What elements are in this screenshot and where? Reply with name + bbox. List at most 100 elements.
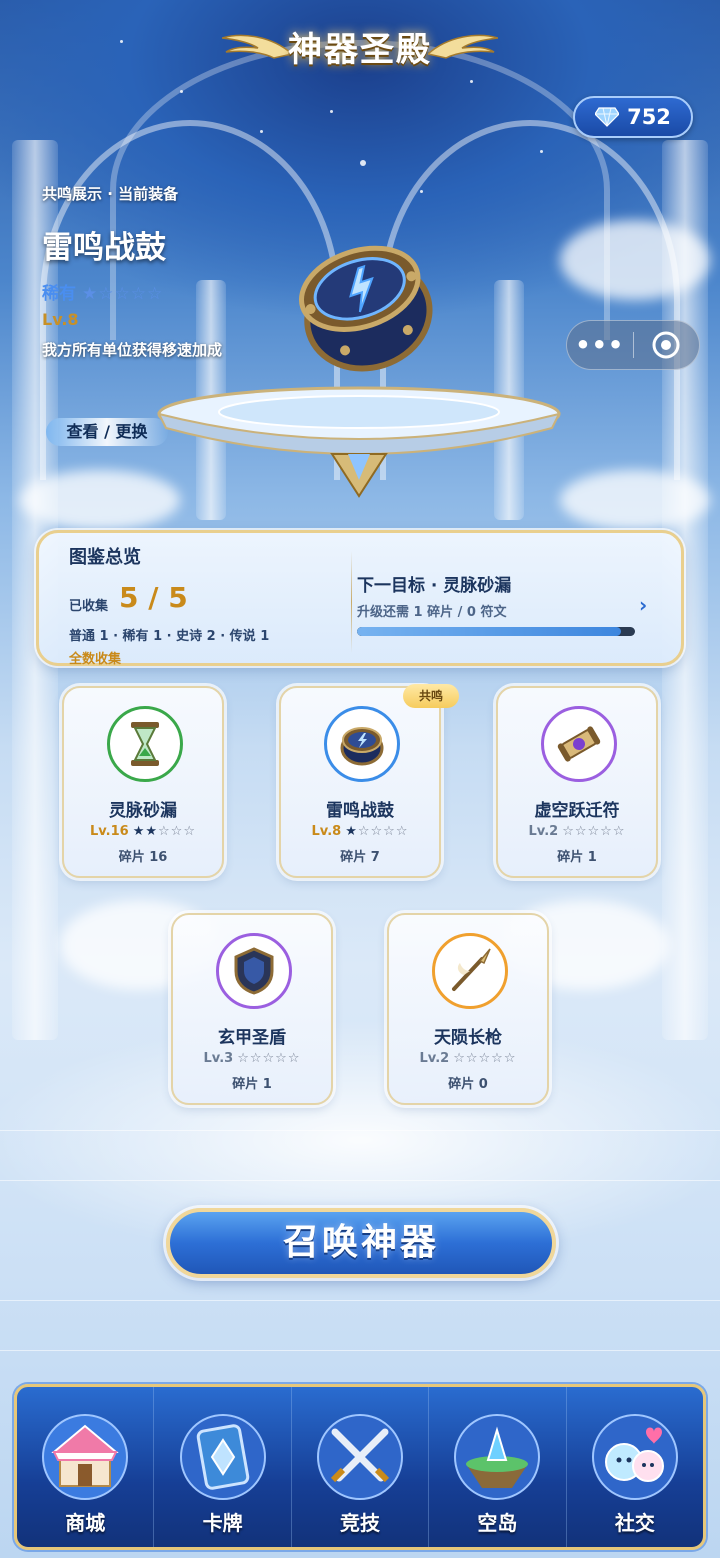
artifact-fragments: 碎片 7 bbox=[340, 850, 380, 865]
artifact-level-text: Lv.2 bbox=[419, 1051, 450, 1066]
artifact-card-shield[interactable]: 玄甲圣盾 Lv.3 ☆☆☆☆☆ 碎片 1 bbox=[171, 913, 333, 1105]
upgrade-progress-bar bbox=[357, 627, 635, 636]
nav-label: 卡牌 bbox=[202, 1511, 243, 1535]
resonance-badge: 共鸣 bbox=[403, 684, 459, 708]
floor-line bbox=[0, 1130, 720, 1131]
featured-stars: ★☆☆☆☆ bbox=[82, 284, 164, 304]
artifact-fragments: 碎片 1 bbox=[557, 850, 597, 865]
artifact-stars: ☆☆☆☆☆ bbox=[453, 1051, 516, 1066]
artifact-name: 虚空跃迁符 bbox=[534, 801, 620, 821]
artifact-level-text: Lv.16 bbox=[89, 824, 129, 839]
gem-count: 752 bbox=[627, 105, 671, 129]
nav-label: 社交 bbox=[614, 1511, 655, 1535]
artifact-level: Lv.2 ☆☆☆☆☆ bbox=[389, 1051, 547, 1066]
view-change-button[interactable]: 查看 / 更换 bbox=[46, 418, 168, 446]
page-title-container: 神器圣殿 bbox=[0, 22, 720, 71]
close-mini-program-button[interactable] bbox=[634, 330, 700, 360]
nav-label: 竞技 bbox=[340, 1511, 381, 1535]
bottom-nav: 商城 卡牌 竞技 空岛 社交 bbox=[14, 1384, 706, 1550]
artifact-card-scroll[interactable]: 虚空跃迁符 Lv.2 ☆☆☆☆☆ 碎片 1 bbox=[496, 686, 658, 878]
featured-label: 共鸣展示 · 当前装备 bbox=[42, 185, 179, 203]
featured-rarity: 稀有 ★☆☆☆☆ bbox=[42, 279, 222, 304]
featured-artifact-info: 共鸣展示 · 当前装备 雷鸣战鼓 稀有 ★☆☆☆☆ Lv.8 我方所有单位获得移速… bbox=[42, 182, 222, 361]
artifact-stars: ☆☆☆☆☆ bbox=[237, 1051, 300, 1066]
drum-icon bbox=[340, 727, 384, 766]
summon-artifact-button[interactable]: 召唤神器 bbox=[166, 1208, 556, 1278]
stars-filled: ★ bbox=[345, 824, 358, 839]
artifact-level: Lv.2 ☆☆☆☆☆ bbox=[498, 824, 656, 839]
artifact-icon-ring bbox=[107, 706, 183, 782]
thunder-drum-icon bbox=[298, 245, 433, 372]
star bbox=[470, 80, 473, 83]
featured-description: 我方所有单位获得移速加成 bbox=[42, 341, 223, 359]
artifact-card-spear[interactable]: 天陨长枪 Lv.2 ☆☆☆☆☆ 碎片 0 bbox=[387, 913, 549, 1105]
stars-filled: ★★ bbox=[132, 824, 159, 839]
gem-counter[interactable]: 752 bbox=[573, 96, 693, 138]
rarity-breakdown: 普通 1 · 稀有 1 · 史诗 2 · 传说 1 bbox=[69, 629, 270, 644]
collected-label: 已收集 bbox=[69, 599, 109, 614]
star bbox=[330, 110, 333, 113]
chevron-right-icon[interactable]: › bbox=[639, 593, 647, 617]
collection-overview-panel[interactable]: 图鉴总览 已收集 5 / 5 普通 1 · 稀有 1 · 史诗 2 · 传说 1… bbox=[36, 530, 684, 667]
artifact-level-text: Lv.8 bbox=[311, 824, 342, 839]
stars-empty: ☆☆☆ bbox=[158, 824, 196, 839]
nav-item-arena[interactable]: 竞技 bbox=[292, 1387, 430, 1547]
star bbox=[540, 150, 543, 153]
featured-level: Lv.8 bbox=[42, 310, 79, 329]
collected-count: 5 / 5 bbox=[119, 581, 188, 614]
artifact-icon-ring bbox=[216, 933, 292, 1009]
star bbox=[420, 190, 423, 193]
nav-item-sky-island[interactable]: 空岛 bbox=[429, 1387, 567, 1547]
artifact-level: Lv.3 ☆☆☆☆☆ bbox=[173, 1051, 331, 1066]
stars-empty: ☆☆☆☆☆ bbox=[562, 824, 626, 839]
scroll-icon bbox=[557, 726, 601, 762]
artifact-icon-ring bbox=[324, 706, 400, 782]
artifact-name: 雷鸣战鼓 bbox=[326, 801, 394, 821]
more-menu-button[interactable]: ••• bbox=[567, 331, 633, 359]
artifact-stars: ★☆☆☆☆ bbox=[345, 824, 408, 839]
next-target-title: 下一目标 · 灵脉砂漏 bbox=[357, 576, 512, 596]
spear-icon bbox=[452, 948, 491, 991]
artifact-fragments: 碎片 16 bbox=[118, 850, 168, 865]
panel-divider bbox=[351, 551, 352, 653]
artifact-card-hourglass[interactable]: 灵脉砂漏 Lv.16 ★★☆☆☆ 碎片 16 bbox=[62, 686, 224, 878]
sky-island-icon bbox=[449, 1409, 545, 1505]
artifact-name: 玄甲圣盾 bbox=[218, 1028, 286, 1048]
nav-item-social[interactable]: 社交 bbox=[567, 1387, 703, 1547]
pedestal-platform bbox=[157, 386, 561, 498]
artifact-fragments: 碎片 1 bbox=[232, 1077, 272, 1092]
nav-item-shop[interactable]: 商城 bbox=[17, 1387, 155, 1547]
mini-program-capsule: ••• bbox=[566, 320, 700, 370]
artifact-card-drum[interactable]: 共鸣 雷鸣战鼓 Lv.8 ★☆☆☆☆ 碎片 7 bbox=[279, 684, 459, 878]
stars-empty: ☆☆☆☆☆ bbox=[237, 1051, 301, 1066]
artifact-stars: ★★☆☆☆ bbox=[133, 824, 196, 839]
artifact-level-text: Lv.2 bbox=[528, 824, 559, 839]
nav-label: 空岛 bbox=[477, 1511, 518, 1535]
nav-item-cards[interactable]: 卡牌 bbox=[154, 1387, 292, 1547]
artifact-name: 天陨长枪 bbox=[434, 1028, 502, 1048]
cloud bbox=[560, 220, 710, 300]
artifact-icon-ring bbox=[541, 706, 617, 782]
floor-line bbox=[0, 1180, 720, 1181]
floor-line bbox=[0, 1350, 720, 1351]
artifact-level: Lv.16 ★★☆☆☆ bbox=[64, 824, 222, 839]
star bbox=[360, 160, 366, 166]
floor-line bbox=[0, 1300, 720, 1301]
shop-icon bbox=[37, 1409, 133, 1505]
artifact-level-text: Lv.3 bbox=[203, 1051, 234, 1066]
upgrade-requirement: 升级还需 1 碎片 / 0 符文 bbox=[357, 605, 507, 620]
page-title: 神器圣殿 bbox=[288, 30, 432, 70]
artifact-name: 灵脉砂漏 bbox=[109, 801, 177, 821]
artifact-fragments: 碎片 0 bbox=[448, 1077, 488, 1092]
nav-label: 商城 bbox=[65, 1511, 106, 1535]
upgrade-progress-fill bbox=[357, 627, 622, 636]
artifact-level: Lv.8 ★☆☆☆☆ bbox=[281, 824, 439, 839]
artifact-icon-ring bbox=[432, 933, 508, 1009]
all-collected-status: 全数收集 bbox=[69, 652, 122, 667]
card-icon bbox=[175, 1409, 271, 1505]
diamond-icon bbox=[595, 107, 620, 127]
featured-rarity-text: 稀有 bbox=[42, 284, 76, 304]
target-icon bbox=[652, 331, 680, 359]
collection-title: 图鉴总览 bbox=[69, 547, 141, 568]
stars-empty: ☆☆☆☆☆ bbox=[453, 1051, 517, 1066]
